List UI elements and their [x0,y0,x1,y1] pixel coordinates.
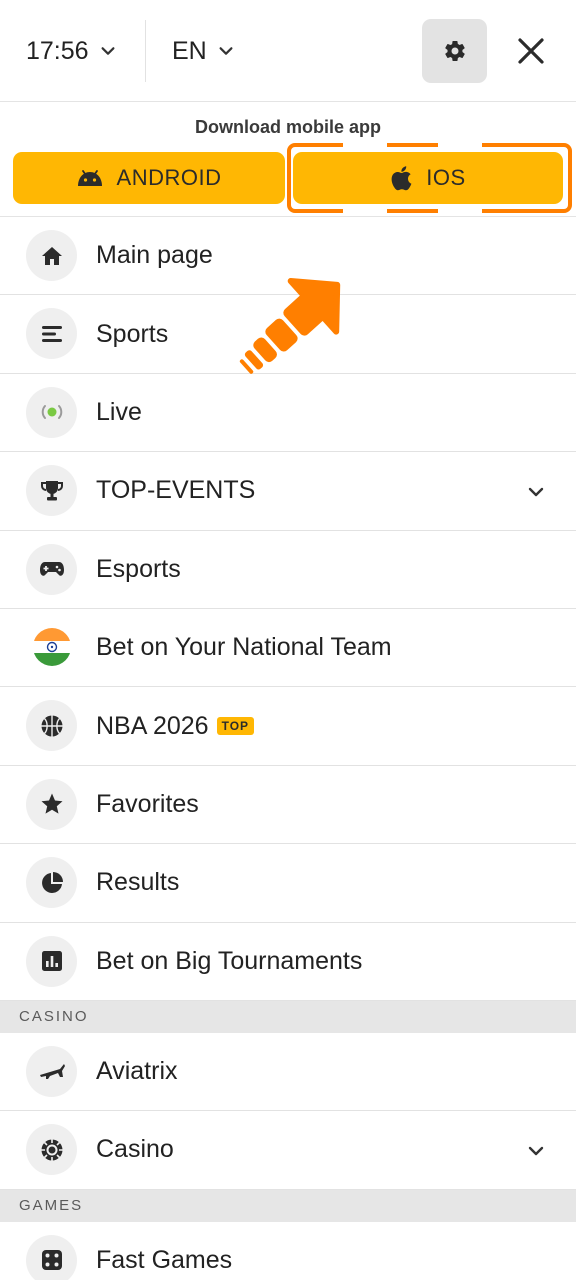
download-app-title: Download mobile app [194,117,381,137]
menu-item-label: Favorites [96,789,199,818]
menu-item-live[interactable]: Live [0,374,576,453]
trophy-icon [40,480,63,501]
menu-item-casino[interactable]: Casino [0,1111,576,1190]
india-flag-icon [32,628,71,667]
divider [145,20,146,82]
top-badge: TOP [216,717,255,736]
time-selector[interactable]: 17:56 [26,30,117,72]
home-icon [41,246,62,265]
chevron-down-icon[interactable] [526,1141,546,1161]
pie-chart-icon [41,871,63,893]
gamepad-icon [39,562,64,576]
menu-item-favorites[interactable]: Favorites [0,766,576,845]
close-icon [518,38,544,64]
menu-item-top-events[interactable]: TOP-EVENTS [0,452,576,531]
menu-item-label: Casino [96,1135,174,1164]
menu-item-label: TOP-EVENTS [96,476,256,505]
menu-item-label: Aviatrix [96,1057,178,1086]
nba-label: NBA 2026 [96,711,209,740]
android-download-button[interactable]: ANDROID [13,152,285,204]
menu-item-label: Bet on Big Tournaments [96,946,363,975]
ios-highlight-frame [287,143,572,213]
menu-item-label: Main page [96,241,213,270]
chevron-down-icon [101,47,115,55]
chevron-down-icon[interactable] [526,482,546,502]
settings-button[interactable] [422,19,487,83]
list-icon [41,325,62,342]
dice-icon [41,1250,62,1271]
menu-item-label: Fast Games [96,1245,233,1274]
menu-item-results[interactable]: Results [0,844,576,923]
menu-item-aviatrix[interactable]: Aviatrix [0,1033,576,1112]
android-icon [77,170,102,186]
language-selector[interactable]: EN [172,30,235,72]
plane-icon [39,1064,65,1080]
gear-icon [444,41,465,62]
section-header-casino: CASINO [0,1000,576,1033]
star-icon [41,793,62,814]
time-value: 17:56 [26,36,89,65]
close-button[interactable] [511,31,551,71]
menu-item-fast-games[interactable]: Fast Games [0,1222,576,1280]
language-value: EN [172,36,207,65]
chip-icon [41,1139,62,1161]
menu-item-big-tournaments[interactable]: Bet on Big Tournaments [0,923,576,1001]
menu-item-esports[interactable]: Esports [0,531,576,609]
menu-item-label: Live [96,397,142,426]
live-icon [41,405,62,420]
menu-item-label: Results [96,868,180,897]
top-bar: 17:56 EN [0,0,576,102]
menu-item-national-team[interactable]: Bet on Your National Team [0,609,576,688]
bar-chart-icon [41,951,62,972]
chevron-down-icon [219,47,233,55]
menu-item-label: Sports [96,319,169,348]
menu-item-label: Bet on Your National Team [96,633,392,662]
menu-item-nba-2026[interactable]: NBA 2026 TOP [0,687,576,766]
menu-item-label: Esports [96,554,181,583]
section-header-games: GAMES [0,1189,576,1222]
menu-item-label: NBA 2026 TOP [96,711,255,741]
basketball-icon [41,715,62,737]
pointer-arrow-icon [239,278,341,374]
android-label: ANDROID [116,165,222,190]
